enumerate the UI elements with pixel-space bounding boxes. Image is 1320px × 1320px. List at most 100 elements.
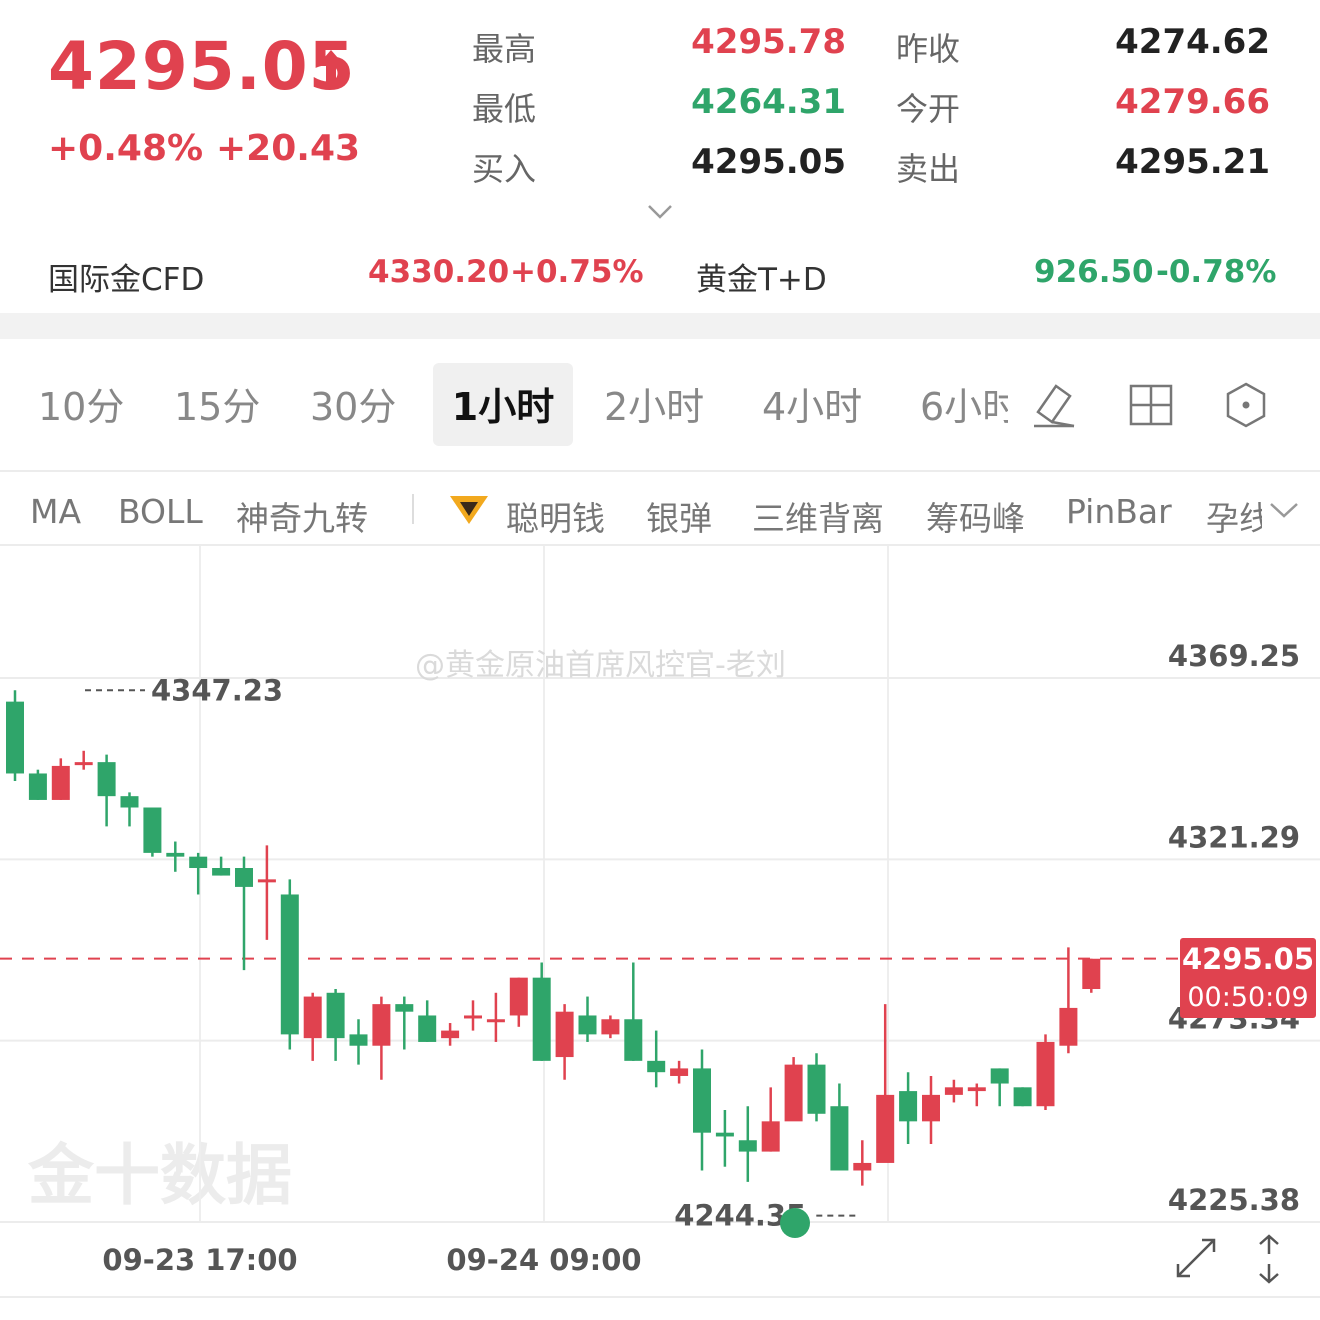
y-tick-label: 4321.29 bbox=[1168, 820, 1300, 854]
low-label: 最低 bbox=[472, 90, 537, 128]
candle-body bbox=[967, 1087, 986, 1092]
candle-body bbox=[624, 1019, 643, 1061]
low-value: 4264.31 bbox=[691, 82, 846, 122]
related-change-td: -0.78% bbox=[1156, 254, 1277, 290]
tab-6hour[interactable]: 6小时 bbox=[920, 376, 1008, 431]
indicator-ma[interactable]: MA bbox=[30, 492, 81, 531]
chevron-down-icon[interactable] bbox=[1268, 500, 1300, 520]
candle-body bbox=[990, 1068, 1009, 1084]
change-percent: +0.48% bbox=[48, 128, 204, 169]
candle-body bbox=[738, 1140, 757, 1152]
fullscreen-icon[interactable] bbox=[1172, 1234, 1220, 1282]
candle-body bbox=[830, 1106, 849, 1171]
candle-body bbox=[578, 1015, 597, 1035]
tab-4hour[interactable]: 4小时 bbox=[762, 376, 862, 431]
weibo-watermark: @黄金原油首席风控官-老刘 bbox=[415, 648, 786, 683]
candle-body bbox=[1059, 1007, 1078, 1046]
candle-body bbox=[1036, 1041, 1055, 1107]
change-amount: +20.43 bbox=[216, 128, 361, 169]
prev-close-value: 4274.62 bbox=[1115, 22, 1270, 62]
candle-body bbox=[74, 762, 93, 766]
x-tick-label: 09-23 17:00 bbox=[102, 1243, 297, 1277]
ask-label: 卖出 bbox=[896, 150, 961, 188]
candle-body bbox=[28, 773, 47, 800]
indicator-harami[interactable]: 孕线 bbox=[1206, 492, 1262, 540]
candle-body bbox=[761, 1121, 780, 1152]
indicator-3d-divergence[interactable]: 三维背离 bbox=[752, 492, 884, 540]
indicator-separator bbox=[412, 494, 414, 524]
layout-grid-icon[interactable] bbox=[1127, 380, 1175, 430]
tab-2hour[interactable]: 2小时 bbox=[604, 376, 704, 431]
candle-body bbox=[51, 765, 70, 800]
indicator-chip-peak[interactable]: 筹码峰 bbox=[926, 492, 1025, 540]
candle-body bbox=[853, 1162, 872, 1171]
candle-body bbox=[784, 1064, 803, 1122]
candle-body bbox=[601, 1019, 620, 1035]
candle-body bbox=[235, 868, 253, 887]
candle-body bbox=[395, 1004, 414, 1012]
indicator-pinbar[interactable]: PinBar bbox=[1066, 492, 1172, 531]
related-price-td: 926.50 bbox=[1034, 254, 1154, 290]
tab-15min[interactable]: 15分 bbox=[174, 376, 260, 431]
y-tick-label: 4369.25 bbox=[1168, 639, 1300, 673]
current-price-label: 4295.05 bbox=[1181, 942, 1315, 976]
candle-body bbox=[670, 1068, 689, 1076]
tab-10min[interactable]: 10分 bbox=[38, 376, 124, 431]
bid-label: 买入 bbox=[472, 150, 537, 188]
vertical-scale-icon[interactable] bbox=[1254, 1232, 1284, 1286]
open-value: 4279.66 bbox=[1115, 82, 1270, 122]
candle-body bbox=[464, 1015, 482, 1019]
indicator-smart-money[interactable]: 聪明钱 bbox=[506, 492, 605, 540]
indicator-td-sequential[interactable]: 神奇九转 bbox=[236, 492, 368, 540]
indicator-boll[interactable]: BOLL bbox=[118, 492, 203, 531]
max-price-label: 4347.23 bbox=[151, 673, 283, 707]
diamond-icon bbox=[450, 496, 488, 524]
related-name-td[interactable]: 黄金T+D bbox=[696, 254, 827, 299]
candle-body bbox=[143, 807, 162, 853]
up-arrow-icon bbox=[317, 50, 345, 86]
chevron-down-icon[interactable] bbox=[646, 202, 674, 222]
x-tick-label: 09-24 09:00 bbox=[446, 1243, 641, 1277]
candle-body bbox=[6, 701, 24, 774]
candle-body bbox=[1082, 958, 1101, 990]
candle-body bbox=[372, 1004, 391, 1046]
high-value: 4295.78 bbox=[691, 22, 846, 62]
related-change-cfd: +0.75% bbox=[510, 254, 644, 290]
tab-30min[interactable]: 30分 bbox=[310, 376, 396, 431]
candle-body bbox=[418, 1015, 437, 1042]
event-marker[interactable] bbox=[780, 1208, 810, 1238]
candle-countdown: 00:50:09 bbox=[1187, 982, 1309, 1013]
candle-body bbox=[555, 1011, 574, 1058]
candle-body bbox=[1013, 1087, 1032, 1107]
candle-body bbox=[899, 1091, 918, 1122]
section-divider bbox=[0, 313, 1320, 339]
last-price: 4295.05 bbox=[48, 28, 356, 105]
candle-body bbox=[326, 992, 345, 1039]
candle-body bbox=[532, 977, 551, 1061]
indicator-silver-bullet[interactable]: 银弹 bbox=[646, 492, 712, 540]
candle-body bbox=[349, 1034, 368, 1046]
candle-body bbox=[715, 1132, 734, 1137]
high-label: 最高 bbox=[472, 30, 537, 68]
settings-hexagon-icon[interactable] bbox=[1222, 380, 1270, 430]
candle-body bbox=[876, 1094, 895, 1163]
tabs-divider bbox=[0, 470, 1320, 472]
candle-body bbox=[922, 1094, 940, 1122]
draw-tool-icon[interactable] bbox=[1030, 380, 1078, 430]
candle-body bbox=[807, 1064, 826, 1114]
candle-body bbox=[189, 856, 208, 869]
candle-body bbox=[212, 868, 231, 876]
candle-body bbox=[944, 1087, 963, 1095]
candle-body bbox=[97, 762, 116, 797]
candle-body bbox=[120, 796, 139, 808]
candle-body bbox=[693, 1068, 711, 1133]
candle-body bbox=[441, 1030, 460, 1039]
candle-body bbox=[280, 894, 299, 1035]
related-name-cfd[interactable]: 国际金CFD bbox=[48, 254, 204, 299]
tab-1hour[interactable]: 1小时 bbox=[433, 376, 573, 431]
y-tick-label: 4225.38 bbox=[1168, 1183, 1300, 1217]
candle-body bbox=[166, 852, 185, 857]
candle-body bbox=[257, 879, 276, 883]
candle-body bbox=[647, 1060, 666, 1073]
bid-value: 4295.05 bbox=[691, 142, 846, 182]
